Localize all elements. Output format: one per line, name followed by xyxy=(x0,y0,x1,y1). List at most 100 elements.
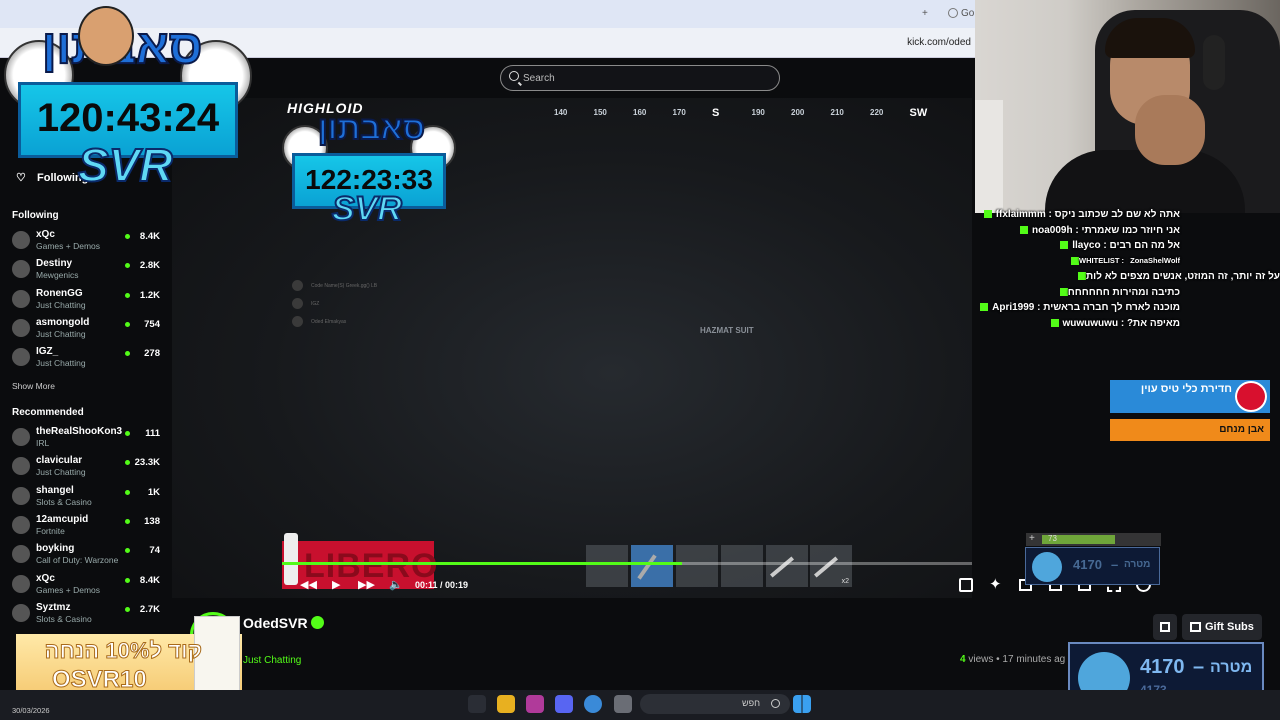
recommended-channel[interactable]: 12amcupid Fortnite 138 xyxy=(12,514,162,540)
podcast-icon[interactable] xyxy=(526,695,544,713)
hotbar-slot xyxy=(586,545,628,587)
compass-tick: 140 xyxy=(554,108,568,117)
stream-category[interactable]: Just Chatting xyxy=(243,655,301,666)
tab-title[interactable]: Go xyxy=(961,8,974,19)
volume-icon[interactable]: 🔈 xyxy=(389,578,403,591)
viewer-count: 278 xyxy=(144,348,160,360)
kick-badge-icon xyxy=(1050,318,1059,327)
steam-icon[interactable] xyxy=(468,695,486,713)
hotbar-slot: x2 xyxy=(810,545,852,587)
subathon-title-inner: סאבתון xyxy=(317,109,426,147)
windows-start-icon[interactable] xyxy=(793,695,811,713)
channel-name: xQc xyxy=(36,572,55,584)
channel-avatar xyxy=(12,515,30,534)
viewer-count: 111 xyxy=(145,428,160,439)
channel-category: Just Chatting xyxy=(36,299,86,310)
kick-badge-icon xyxy=(1071,256,1080,265)
video-progress-fill xyxy=(282,562,683,565)
search-input[interactable]: Search xyxy=(500,65,780,91)
health-value: 73 xyxy=(1048,534,1057,543)
channel-name: boyking xyxy=(36,543,75,555)
gift-subs-button[interactable]: Gift Subs xyxy=(1182,614,1262,640)
play-icon[interactable]: ▶ xyxy=(332,578,340,591)
gift-icon xyxy=(1190,622,1201,632)
news-ticker-primary: חדירת כלי טיס עוין xyxy=(1110,380,1270,413)
health-plus-icon: + xyxy=(1029,533,1035,544)
live-dot-icon xyxy=(125,351,130,357)
heart-icon: ♡ xyxy=(16,172,26,184)
chat-text: אל מה הם רבים xyxy=(1109,240,1180,251)
layout-icon xyxy=(1160,622,1170,632)
url-text[interactable]: kick.com/oded xyxy=(907,37,971,48)
following-channel[interactable]: xQc Games + Demos 8.4K xyxy=(12,229,162,255)
following-channel[interactable]: RonenGG Just Chatting 1.2K xyxy=(12,288,162,314)
channel-name: xQc xyxy=(36,229,55,240)
hazmat-label: HAZMAT SUIT xyxy=(700,326,754,335)
recommended-channel[interactable]: shangel Slots & Casino 1K xyxy=(12,485,162,511)
file-explorer-icon[interactable] xyxy=(614,695,632,713)
app-icon[interactable] xyxy=(497,695,515,713)
chat-text: אתה לא שם לב שכתוב ניקס xyxy=(1054,209,1180,220)
chat-message: אתה לא שם לב שכתוב ניקס : ffxlaimmm xyxy=(981,209,1180,220)
svr-label: SVR xyxy=(77,138,174,192)
channel-avatar xyxy=(12,260,30,279)
forward-icon[interactable]: ▶▶ xyxy=(358,578,375,591)
compass-tick: 150 xyxy=(593,108,607,117)
following-channel[interactable]: asmongold Just Chatting 754 xyxy=(12,317,162,343)
channel-avatar xyxy=(12,289,30,308)
hotbar-slot-active xyxy=(631,545,673,587)
sparkle-icon[interactable]: ✦ xyxy=(989,575,1002,593)
streamer-name[interactable]: OdedSVR xyxy=(243,615,308,631)
compass-tick: 190 xyxy=(751,108,765,117)
viewer-count: 2.7K xyxy=(139,603,160,615)
theater-button[interactable] xyxy=(1153,614,1177,640)
chat-username: ffxlaimmm xyxy=(995,209,1046,220)
views-label: views xyxy=(965,654,994,665)
chat-message: אני חיוזר כמו שאמרתי : noa009h xyxy=(1017,225,1180,236)
kill-feed-row: IGZ xyxy=(292,298,319,309)
recommended-channel[interactable]: clavicular Just Chatting 23.3K xyxy=(12,455,162,481)
search-placeholder: Search xyxy=(523,73,555,84)
rewind-icon[interactable]: ◀◀ xyxy=(300,578,317,591)
recommended-channel[interactable]: Syztmz Slots & Casino 2.7K xyxy=(12,602,162,628)
channel-category: Games + Demos xyxy=(36,241,101,251)
channel-name: asmongold xyxy=(36,316,90,328)
syringe-icon xyxy=(813,556,839,578)
channel-category: Fortnite xyxy=(36,525,65,536)
channel-category: Slots & Casino xyxy=(36,613,92,624)
chat-username: llayco xyxy=(1072,240,1101,251)
compass-tick: 220 xyxy=(870,108,884,117)
viewer-count: 8.4K xyxy=(139,574,160,586)
following-channel[interactable]: Destiny Mewgenics 2.8K xyxy=(12,258,162,284)
kill-feed-row: Code Name(S) Greek.gg() LB xyxy=(292,280,377,291)
channel-avatar xyxy=(12,348,30,367)
kick-badge-icon xyxy=(1059,287,1068,296)
search-icon xyxy=(509,71,519,81)
compass-tick: 200 xyxy=(791,108,805,117)
compass-tick: 210 xyxy=(830,108,844,117)
chat-message: WHITELIST : ZonaShelWolf xyxy=(1068,256,1180,265)
video-progress-bar[interactable] xyxy=(282,562,972,565)
channel-category: Just Chatting xyxy=(36,328,86,339)
chrome-icon[interactable] xyxy=(584,695,602,713)
chat-message: מוכנה לארח לך חברה בראשית : Apri1999 xyxy=(977,302,1180,313)
recommended-channel[interactable]: theRealShooKon3 IRL 111 xyxy=(12,426,162,452)
viewer-count: 1K xyxy=(147,486,160,498)
cartoon-avatar xyxy=(78,6,134,66)
new-tab-button[interactable]: + xyxy=(922,8,928,19)
recommended-channel[interactable]: boyking Call of Duty: Warzone 74 xyxy=(12,543,162,569)
recommended-channel[interactable]: xQc Games + Demos 8.4K xyxy=(12,573,162,599)
chat-message: על זה יותר, זה המוזט, אנשים מצפים לא לות xyxy=(1075,271,1280,282)
time-ago: 17 minutes ag xyxy=(1002,654,1066,665)
chat-overlay: אתה לא שם לב שכתוב ניקס : ffxlaimmm אני ח… xyxy=(958,205,1280,340)
following-channel[interactable]: IGZ_ Just Chatting 278 xyxy=(12,346,162,372)
show-more-link[interactable]: Show More xyxy=(12,381,55,391)
taskbar-search[interactable]: חפש xyxy=(640,694,790,714)
discord-icon[interactable] xyxy=(555,695,573,713)
goal-widget-small: 4170 – מטרה xyxy=(1025,547,1160,585)
channel-avatar xyxy=(12,574,30,593)
chat-username: ZonaShelWolf xyxy=(1130,255,1180,265)
clip-icon[interactable] xyxy=(959,578,973,592)
game-compass: 140 150 160 170 S 190 200 210 220 SW xyxy=(550,104,927,124)
verified-icon xyxy=(311,616,324,629)
